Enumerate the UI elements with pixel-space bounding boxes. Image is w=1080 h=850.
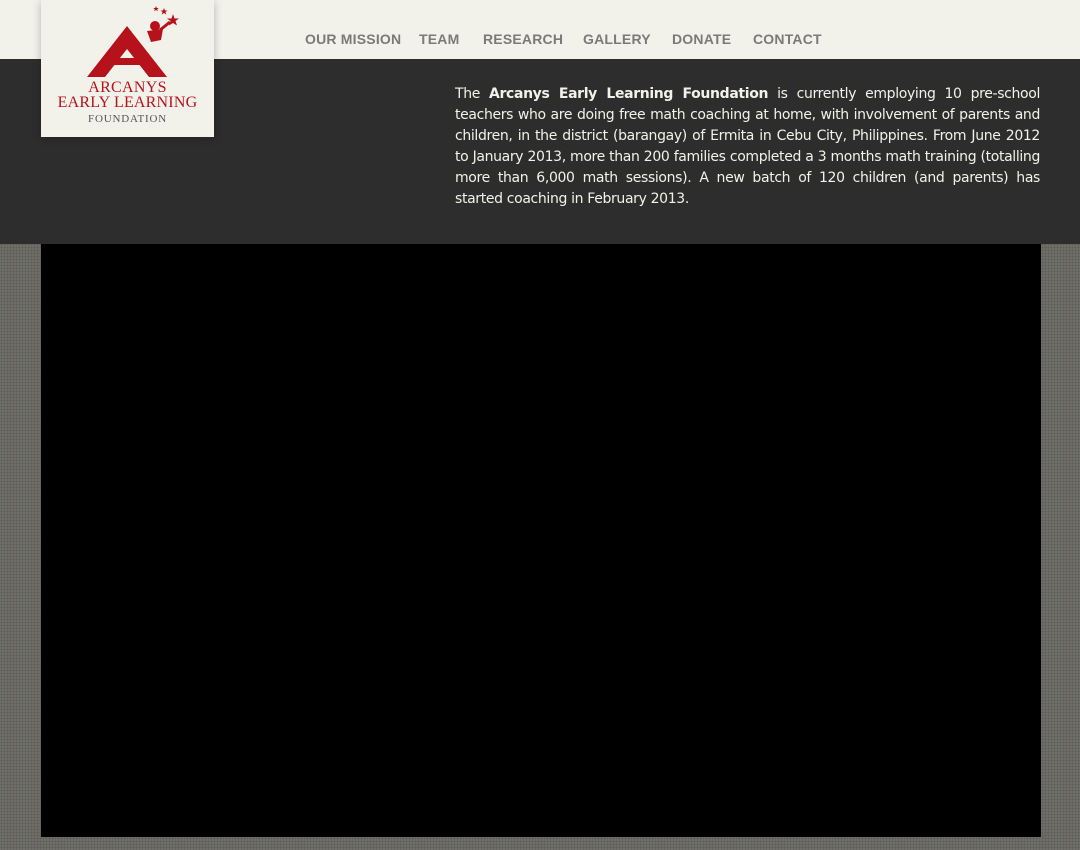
logo-text-foundation: FOUNDATION bbox=[88, 113, 167, 125]
nav-link-gallery[interactable]: GALLERY bbox=[583, 31, 651, 47]
nav-link-contact[interactable]: CONTACT bbox=[753, 31, 822, 47]
nav-link-our-mission[interactable]: OUR MISSION bbox=[305, 31, 401, 47]
nav-item-team[interactable]: TEAM bbox=[419, 31, 459, 49]
video-player[interactable] bbox=[41, 244, 1041, 837]
nav-item-donate[interactable]: DONATE bbox=[672, 31, 731, 49]
site-logo[interactable]: ARCANYS EARLY LEARNING FOUNDATION bbox=[41, 0, 214, 137]
intro-org-name: Arcanys Early Learning Foundation bbox=[488, 86, 769, 102]
intro-lead: The bbox=[455, 86, 489, 102]
nav-link-team[interactable]: TEAM bbox=[419, 31, 459, 47]
logo-text-early-learning: EARLY LEARNING bbox=[57, 94, 198, 111]
nav-link-research[interactable]: RESEARCH bbox=[483, 31, 563, 47]
nav-item-gallery[interactable]: GALLERY bbox=[583, 31, 651, 49]
nav-link-donate[interactable]: DONATE bbox=[672, 31, 731, 47]
intro-paragraph: The Arcanys Early Learning Foundation is… bbox=[455, 84, 1040, 210]
logo-emblem-icon bbox=[87, 6, 179, 77]
nav-item-contact[interactable]: CONTACT bbox=[753, 31, 822, 49]
nav-item-our-mission[interactable]: OUR MISSION bbox=[305, 31, 401, 49]
intro-body: is currently employing 10 pre-school tea… bbox=[455, 86, 1040, 207]
nav-item-research[interactable]: RESEARCH bbox=[483, 31, 563, 49]
